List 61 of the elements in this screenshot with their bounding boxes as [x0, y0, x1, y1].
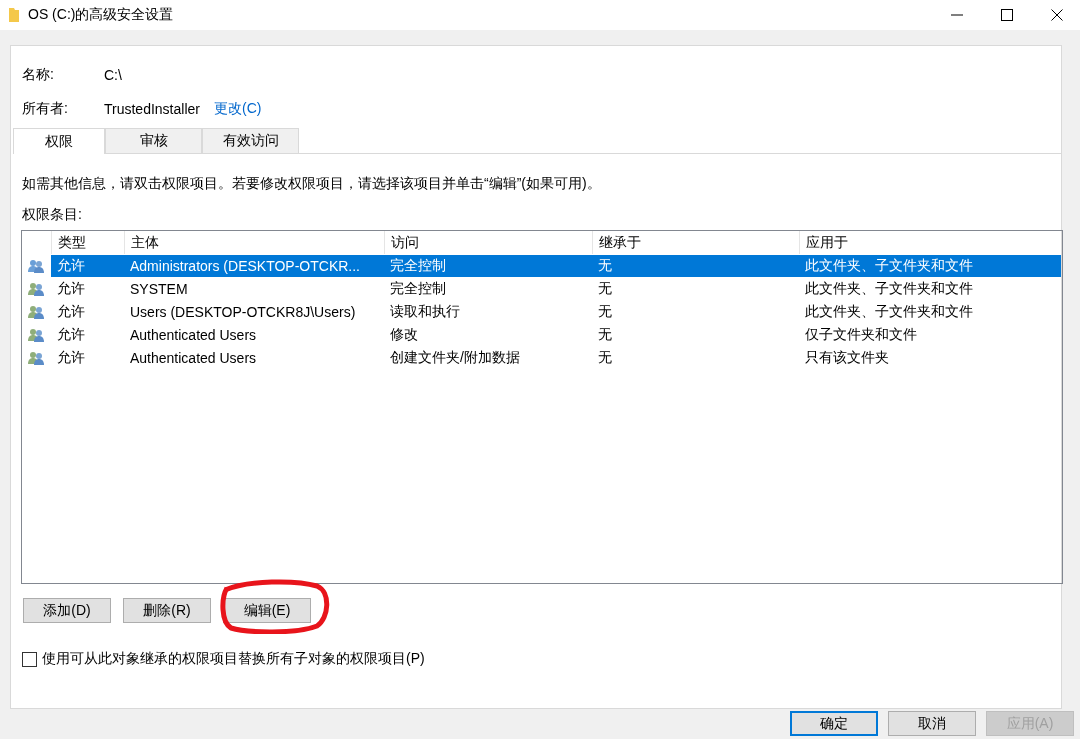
users-icon: [28, 304, 45, 319]
instruction-text: 如需其他信息，请双击权限项目。若要修改权限项目，请选择该项目并单击“编辑”(如果可用)。: [22, 175, 602, 193]
users-icon: [28, 327, 45, 342]
users-icon: [28, 258, 45, 273]
name-value: C:\: [104, 67, 122, 83]
table-cell-text: 完全控制: [389, 279, 447, 298]
users-icon: [28, 281, 45, 296]
table-cell-text: 创建文件夹/附加数据: [389, 348, 521, 367]
table-row[interactable]: 允许 Authenticated Users 修改 无 仅子文件夹和文件: [51, 323, 1061, 346]
table-cell-text: SYSTEM: [129, 280, 189, 297]
table-cell-text: 无: [597, 279, 613, 298]
close-icon[interactable]: [1051, 9, 1063, 21]
column-header[interactable]: 访问: [384, 231, 592, 254]
table-cell-text: 只有该文件夹: [804, 348, 890, 367]
maximize-icon[interactable]: [1001, 9, 1013, 21]
action-button[interactable]: 删除(R): [123, 598, 211, 623]
table-cell-text: 允许: [56, 302, 86, 321]
table-cell-text: Authenticated Users: [129, 349, 258, 366]
column-header[interactable]: 主体: [124, 231, 384, 254]
column-header[interactable]: 类型: [51, 231, 124, 254]
table-cell-text: 无: [597, 256, 613, 275]
table-cell-text: 此文件夹、子文件夹和文件: [804, 302, 974, 321]
table-cell-text: 完全控制: [389, 256, 447, 275]
column-header[interactable]: 继承于: [592, 231, 799, 254]
table-cell-text: 仅子文件夹和文件: [804, 325, 918, 344]
table-cell-text: 允许: [56, 348, 86, 367]
table-row[interactable]: 允许 Users (DESKTOP-OTCKR8J\Users) 读取和执行 无 此文件夹、子文件夹和文件: [51, 300, 1061, 323]
table-cell-text: 无: [597, 348, 613, 367]
checkbox[interactable]: [22, 651, 37, 667]
table-cell-text: 此文件夹、子文件夹和文件: [804, 256, 974, 275]
table-row[interactable]: 允许 Authenticated Users 创建文件夹/附加数据 无 只有该文件夹: [51, 346, 1061, 369]
table-cell-text: 此文件夹、子文件夹和文件: [804, 279, 974, 298]
owner-label: 所有者:: [22, 100, 69, 118]
owner-value: TrustedInstaller: [104, 101, 200, 117]
tab[interactable]: 审核: [105, 128, 202, 153]
table-row[interactable]: 允许 SYSTEM 完全控制 无 此文件夹、子文件夹和文件: [51, 277, 1061, 300]
action-button[interactable]: 编辑(E): [223, 598, 311, 623]
column-header[interactable]: 应用于: [799, 231, 1061, 254]
table-cell-text: Authenticated Users: [129, 326, 258, 343]
name-label: 名称:: [22, 66, 55, 84]
tab[interactable]: 有效访问: [202, 128, 299, 153]
change-link[interactable]: 更改(C): [213, 100, 262, 118]
table-cell-text: 无: [597, 325, 613, 344]
dialog-button[interactable]: 取消: [888, 711, 976, 736]
table-row[interactable]: 允许 Administrators (DESKTOP-OTCKR... 完全控制 无 此文件夹、子文件夹和文件: [51, 254, 1061, 277]
table-cell-text: 允许: [56, 256, 86, 275]
table-cell-text: 修改: [389, 325, 419, 344]
list-label: 权限条目:: [22, 206, 83, 224]
table-cell-text: 允许: [56, 279, 86, 298]
dialog-button[interactable]: 确定: [790, 711, 878, 736]
window-title: OS (C:)的高级安全设置: [28, 6, 174, 24]
table-cell-text: 读取和执行: [389, 302, 461, 321]
folder-icon: [8, 7, 20, 23]
table-cell-text: Administrators (DESKTOP-OTCKR...: [129, 257, 361, 274]
checkbox-label[interactable]: 使用可从此对象继承的权限项目替换所有子对象的权限项目(P): [42, 650, 425, 668]
tab[interactable]: 权限: [13, 128, 105, 154]
table-cell-text: Users (DESKTOP-OTCKR8J\Users): [129, 303, 357, 320]
users-icon: [28, 350, 45, 365]
action-button[interactable]: 添加(D): [23, 598, 111, 623]
table-cell-text: 无: [597, 302, 613, 321]
table-cell-text: 允许: [56, 325, 86, 344]
